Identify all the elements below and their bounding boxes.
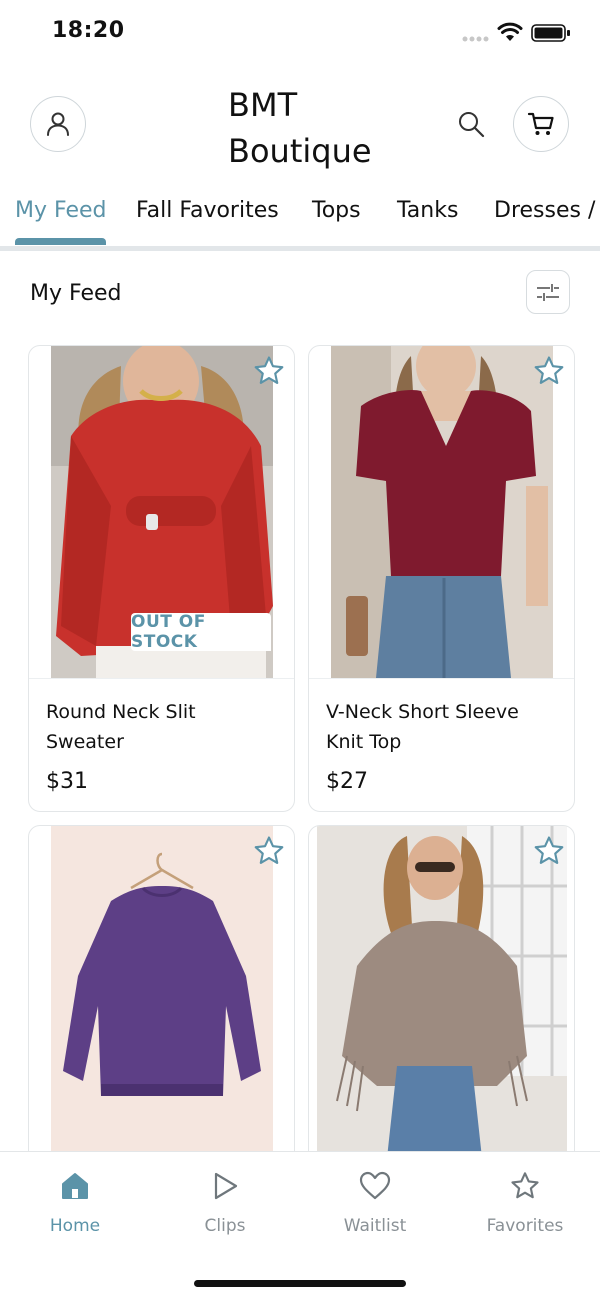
product-card[interactable]: V-Neck Short Sleeve Knit Top $27 <box>308 345 575 812</box>
home-indicator <box>194 1280 406 1287</box>
product-info: Round Neck Slit Sweater $31 <box>29 678 294 794</box>
active-tab-indicator <box>15 238 106 245</box>
product-card[interactable]: OUT OF STOCK Round Neck Slit Sweater $31 <box>28 345 295 812</box>
cart-icon <box>527 112 554 135</box>
nav-label-waitlist: Waitlist <box>343 1216 407 1236</box>
brand-line-2: Boutique <box>228 132 372 170</box>
product-card[interactable] <box>28 825 295 1205</box>
filter-button[interactable] <box>526 270 570 314</box>
out-of-stock-badge: OUT OF STOCK <box>131 612 271 652</box>
nav-label-favorites: Favorites <box>486 1216 564 1236</box>
wifi-icon <box>497 22 523 41</box>
tab-my-feed[interactable]: My Feed <box>15 198 106 223</box>
signal-icon <box>462 36 489 42</box>
star-icon[interactable] <box>252 354 286 388</box>
status-bar: 18:20 <box>0 0 600 66</box>
tab-tanks[interactable]: Tanks <box>397 198 458 223</box>
nav-label-home: Home <box>49 1216 101 1236</box>
tab-dresses[interactable]: Dresses / <box>494 198 595 223</box>
home-icon <box>62 1173 88 1199</box>
tabs-divider <box>0 246 600 251</box>
tab-fall-favorites[interactable]: Fall Favorites <box>136 198 279 223</box>
cart-button[interactable] <box>513 96 569 152</box>
status-time: 18:20 <box>52 18 125 43</box>
tab-tops[interactable]: Tops <box>312 198 361 223</box>
nav-clips[interactable]: Clips <box>165 1168 285 1236</box>
battery-icon <box>531 24 570 42</box>
product-card[interactable] <box>308 825 575 1205</box>
star-icon[interactable] <box>532 354 566 388</box>
heart-icon <box>359 1171 391 1200</box>
search-button[interactable] <box>457 110 485 142</box>
category-tabs: My Feed Fall Favorites Tops Tanks Dresse… <box>0 186 600 250</box>
product-price: $27 <box>326 769 368 794</box>
product-image[interactable] <box>317 826 567 1158</box>
bottom-nav: Home Clips Waitlist Favorites <box>0 1151 600 1300</box>
product-price: $31 <box>46 769 88 794</box>
brand-line-1: BMT <box>228 86 298 124</box>
star-icon <box>511 1172 539 1199</box>
app-header: BMT Boutique <box>0 80 600 176</box>
profile-button[interactable] <box>30 96 86 152</box>
play-icon <box>214 1172 238 1200</box>
nav-waitlist[interactable]: Waitlist <box>315 1168 435 1236</box>
product-name[interactable]: Round Neck Slit Sweater <box>46 697 276 757</box>
star-icon[interactable] <box>532 834 566 868</box>
user-icon <box>47 112 69 136</box>
product-name[interactable]: V-Neck Short Sleeve Knit Top <box>326 697 556 757</box>
product-image[interactable] <box>331 346 553 678</box>
sliders-icon <box>537 284 559 301</box>
nav-label-clips: Clips <box>204 1216 246 1236</box>
star-icon[interactable] <box>252 834 286 868</box>
product-info: V-Neck Short Sleeve Knit Top $27 <box>309 678 574 794</box>
section-title: My Feed <box>30 281 122 306</box>
nav-home[interactable]: Home <box>15 1168 135 1236</box>
brand-title: BMT Boutique <box>228 82 372 174</box>
nav-favorites[interactable]: Favorites <box>465 1168 585 1236</box>
search-icon <box>459 112 485 138</box>
product-image[interactable] <box>51 826 273 1158</box>
